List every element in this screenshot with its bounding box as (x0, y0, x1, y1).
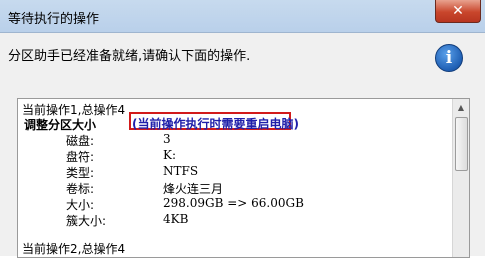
detail-value-type: NTFS (163, 164, 199, 178)
detail-value-size: 298.09GB => 66.00GB (163, 196, 304, 210)
detail-value-volume: 烽火连三月 (163, 182, 224, 196)
detail-label-type: 类型: (66, 166, 95, 180)
detail-label-disk: 磁盘: (66, 134, 95, 148)
restart-notice: (当前操作执行时需要重启电脑) (132, 117, 299, 131)
close-icon: ✕ (452, 3, 464, 19)
chevron-up-icon: ▲ (457, 102, 465, 112)
instruction-text: 分区助手已经准备就绪,请确认下面的操作. (8, 49, 251, 64)
scroll-up-button[interactable]: ▲ (453, 99, 469, 115)
close-button[interactable]: ✕ (435, 0, 481, 23)
vertical-scrollbar[interactable]: ▲ (452, 99, 469, 257)
title-bar: 等待执行的操作 ✕ (0, 0, 485, 33)
detail-value-drive-letter: K: (163, 148, 177, 162)
operations-list[interactable]: 当前操作1,总操作4 调整分区大小 (当前操作执行时需要重启电脑) 磁盘: 3 … (17, 98, 470, 258)
detail-label-drive-letter: 盘符: (66, 150, 95, 164)
info-icon: i (435, 44, 463, 72)
operation-title: 调整分区大小 (24, 118, 97, 132)
detail-label-volume: 卷标: (66, 182, 95, 196)
detail-value-cluster-size: 4KB (163, 212, 189, 226)
operation-header: 当前操作2,总操作4 (22, 242, 126, 256)
dialog-body: 分区助手已经准备就绪,请确认下面的操作. i 当前操作1,总操作4 调整分区大小… (0, 33, 485, 258)
window-title: 等待执行的操作 (8, 12, 100, 27)
detail-label-size: 大小: (66, 198, 95, 212)
detail-value-disk: 3 (163, 132, 171, 146)
detail-label-cluster-size: 簇大小: (66, 214, 107, 228)
scroll-thumb[interactable] (455, 117, 468, 171)
